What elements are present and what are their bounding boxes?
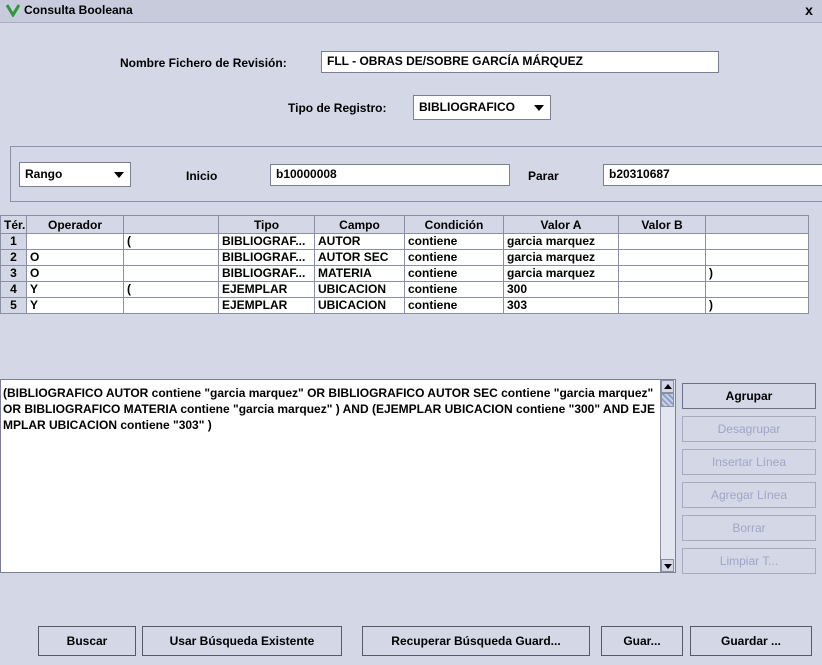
table-cell[interactable] bbox=[705, 233, 809, 250]
save-button[interactable]: Guardar ... bbox=[690, 626, 812, 656]
save-short-button[interactable]: Guar... bbox=[601, 626, 683, 656]
group-button[interactable]: Agrupar bbox=[682, 383, 816, 409]
chevron-down-icon bbox=[114, 171, 124, 178]
table-cell[interactable]: UBICACION bbox=[314, 297, 405, 314]
table-cell[interactable]: 5 bbox=[0, 297, 27, 314]
table-cell[interactable]: BIBLIOGRAF... bbox=[218, 249, 315, 266]
table-cell[interactable]: AUTOR SEC bbox=[314, 249, 405, 266]
table-cell[interactable]: EJEMPLAR bbox=[218, 297, 315, 314]
table-cell[interactable]: EJEMPLAR bbox=[218, 281, 315, 298]
table-cell[interactable]: contiene bbox=[404, 297, 504, 314]
col-header-value-b[interactable]: Valor B bbox=[618, 215, 706, 234]
table-cell[interactable]: 2 bbox=[0, 249, 27, 266]
table-cell[interactable] bbox=[705, 249, 809, 266]
table-cell[interactable]: 1 bbox=[0, 233, 27, 250]
table-cell[interactable]: AUTOR bbox=[314, 233, 405, 250]
query-text-area[interactable]: (BIBLIOGRAFICO AUTOR contiene "garcia ma… bbox=[0, 379, 676, 573]
ungroup-button[interactable]: Desagrupar bbox=[682, 416, 816, 442]
start-field[interactable]: b10000008 bbox=[270, 164, 510, 186]
table-cell[interactable] bbox=[618, 233, 706, 250]
table-row[interactable]: 1 ( BIBLIOGRAF... AUTOR contiene garcia … bbox=[0, 233, 809, 250]
table-cell[interactable]: MATERIA bbox=[314, 265, 405, 282]
table-cell[interactable]: ( bbox=[123, 281, 219, 298]
table-cell[interactable] bbox=[618, 281, 706, 298]
insert-line-button[interactable]: Insertar Línea bbox=[682, 449, 816, 475]
search-button[interactable]: Buscar bbox=[38, 626, 136, 656]
query-text: (BIBLIOGRAFICO AUTOR contiene "garcia ma… bbox=[3, 386, 655, 432]
table-cell[interactable] bbox=[123, 249, 219, 266]
query-scrollbar[interactable] bbox=[660, 380, 675, 572]
col-header-close-paren[interactable] bbox=[705, 215, 809, 234]
add-line-button[interactable]: Agregar Línea bbox=[682, 482, 816, 508]
table-row[interactable]: 5 Y EJEMPLAR UBICACION contiene 303 ) bbox=[0, 297, 809, 314]
table-cell[interactable] bbox=[618, 265, 706, 282]
range-mode-select[interactable]: Rango bbox=[19, 162, 131, 187]
table-cell[interactable]: ) bbox=[705, 297, 809, 314]
table-cell[interactable] bbox=[123, 265, 219, 282]
start-label: Inicio bbox=[186, 169, 218, 183]
scroll-thumb[interactable] bbox=[661, 393, 674, 407]
col-header-term[interactable]: Tér... bbox=[0, 215, 27, 234]
stop-label: Parar bbox=[528, 169, 559, 183]
review-file-field[interactable]: FLL - OBRAS DE/SOBRE GARCÍA MÁRQUEZ bbox=[321, 51, 719, 73]
window-title: Consulta Booleana bbox=[24, 3, 133, 17]
table-cell[interactable]: contiene bbox=[404, 249, 504, 266]
clear-table-button[interactable]: Limpiar T... bbox=[682, 548, 816, 574]
table-cell[interactable]: O bbox=[26, 265, 124, 282]
table-cell[interactable]: 300 bbox=[503, 281, 619, 298]
table-cell[interactable]: ( bbox=[123, 233, 219, 250]
range-mode-value: Rango bbox=[25, 167, 63, 181]
table-cell[interactable]: garcia marquez bbox=[503, 233, 619, 250]
col-header-condition[interactable]: Condición bbox=[404, 215, 504, 234]
chevron-down-icon bbox=[534, 104, 544, 111]
table-cell[interactable]: ) bbox=[705, 265, 809, 282]
table-cell[interactable]: contiene bbox=[404, 265, 504, 282]
table-cell[interactable] bbox=[618, 297, 706, 314]
record-type-value: BIBLIOGRAFICO bbox=[419, 100, 515, 114]
stop-field[interactable]: b20310687 bbox=[603, 164, 822, 186]
table-cell[interactable]: garcia marquez bbox=[503, 249, 619, 266]
col-header-operator[interactable]: Operador bbox=[26, 215, 124, 234]
table-cell[interactable]: UBICACION bbox=[314, 281, 405, 298]
table-cell[interactable]: 303 bbox=[503, 297, 619, 314]
use-existing-search-button[interactable]: Usar Búsqueda Existente bbox=[142, 626, 342, 656]
table-cell[interactable]: BIBLIOGRAF... bbox=[218, 233, 315, 250]
title-bar: Consulta Booleana x bbox=[0, 0, 822, 23]
table-header: Tér... Operador Tipo Campo Condición Val… bbox=[0, 215, 809, 234]
table-row[interactable]: 3 O BIBLIOGRAF... MATERIA contiene garci… bbox=[0, 265, 809, 282]
delete-button[interactable]: Borrar bbox=[682, 515, 816, 541]
table-cell[interactable]: garcia marquez bbox=[503, 265, 619, 282]
table-cell[interactable]: contiene bbox=[404, 233, 504, 250]
col-header-type[interactable]: Tipo bbox=[218, 215, 315, 234]
scroll-down-button[interactable] bbox=[661, 559, 674, 572]
col-header-field[interactable]: Campo bbox=[314, 215, 405, 234]
table-cell[interactable] bbox=[123, 297, 219, 314]
retrieve-saved-search-button[interactable]: Recuperar Búsqueda Guard... bbox=[362, 626, 590, 656]
review-file-label: Nombre Fichero de Revisión: bbox=[120, 56, 287, 70]
arrow-up-icon bbox=[664, 384, 672, 389]
col-header-value-a[interactable]: Valor A bbox=[503, 215, 619, 234]
table-cell[interactable]: 3 bbox=[0, 265, 27, 282]
arrow-down-icon bbox=[664, 564, 672, 569]
table-cell[interactable] bbox=[618, 249, 706, 266]
col-header-open-paren[interactable] bbox=[123, 215, 219, 234]
table-cell[interactable]: Y bbox=[26, 281, 124, 298]
table-cell[interactable]: BIBLIOGRAF... bbox=[218, 265, 315, 282]
record-type-label: Tipo de Registro: bbox=[288, 101, 387, 115]
close-icon[interactable]: x bbox=[800, 1, 818, 19]
app-check-icon bbox=[6, 4, 20, 17]
table-row[interactable]: 2 O BIBLIOGRAF... AUTOR SEC contiene gar… bbox=[0, 249, 809, 266]
table-cell[interactable] bbox=[26, 233, 124, 250]
table-row[interactable]: 4 Y ( EJEMPLAR UBICACION contiene 300 bbox=[0, 281, 809, 298]
table-cell[interactable]: O bbox=[26, 249, 124, 266]
table-cell[interactable]: Y bbox=[26, 297, 124, 314]
criteria-table: Tér... Operador Tipo Campo Condición Val… bbox=[0, 215, 809, 314]
scroll-up-button[interactable] bbox=[661, 380, 674, 393]
record-type-select[interactable]: BIBLIOGRAFICO bbox=[413, 95, 551, 120]
table-cell[interactable] bbox=[705, 281, 809, 298]
table-cell[interactable]: contiene bbox=[404, 281, 504, 298]
table-cell[interactable]: 4 bbox=[0, 281, 27, 298]
